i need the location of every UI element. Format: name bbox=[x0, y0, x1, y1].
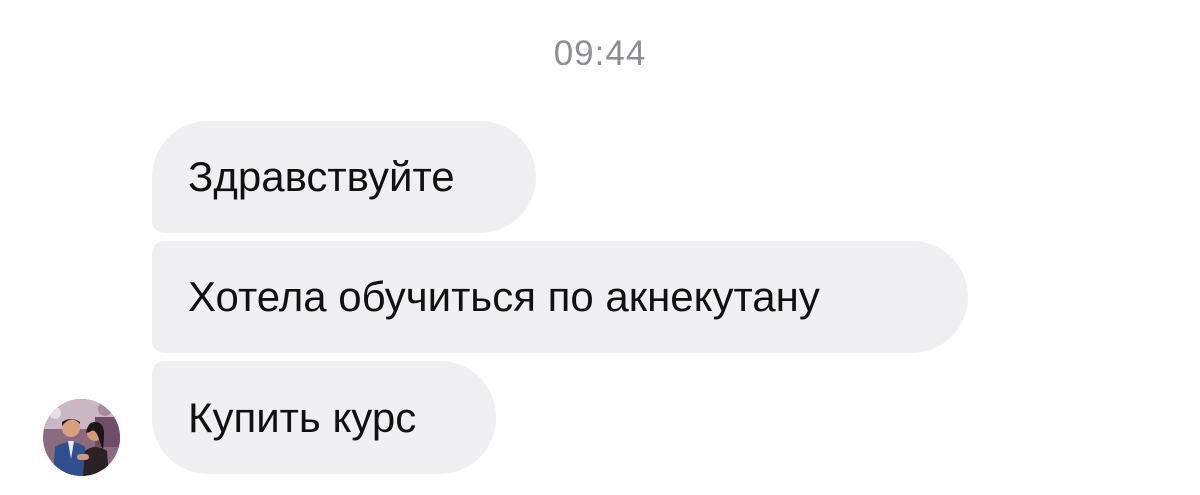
message-bubble[interactable]: Здравствуйте bbox=[152, 121, 536, 233]
user-photo-avatar-icon bbox=[43, 399, 120, 476]
sender-avatar[interactable] bbox=[43, 399, 120, 476]
message-timestamp: 09:44 bbox=[553, 34, 647, 73]
message-bubble[interactable]: Купить курс bbox=[152, 361, 496, 474]
message-text: Хотела обучиться по акнекутану bbox=[188, 273, 820, 320]
message-text: Купить курс bbox=[188, 393, 417, 441]
message-bubble[interactable]: Хотела обучиться по акнекутану bbox=[152, 241, 968, 353]
message-text: Здравствуйте bbox=[188, 153, 455, 200]
chat-thread: 09:44 Здравствуйте Хотела обучиться по а… bbox=[0, 0, 1200, 495]
